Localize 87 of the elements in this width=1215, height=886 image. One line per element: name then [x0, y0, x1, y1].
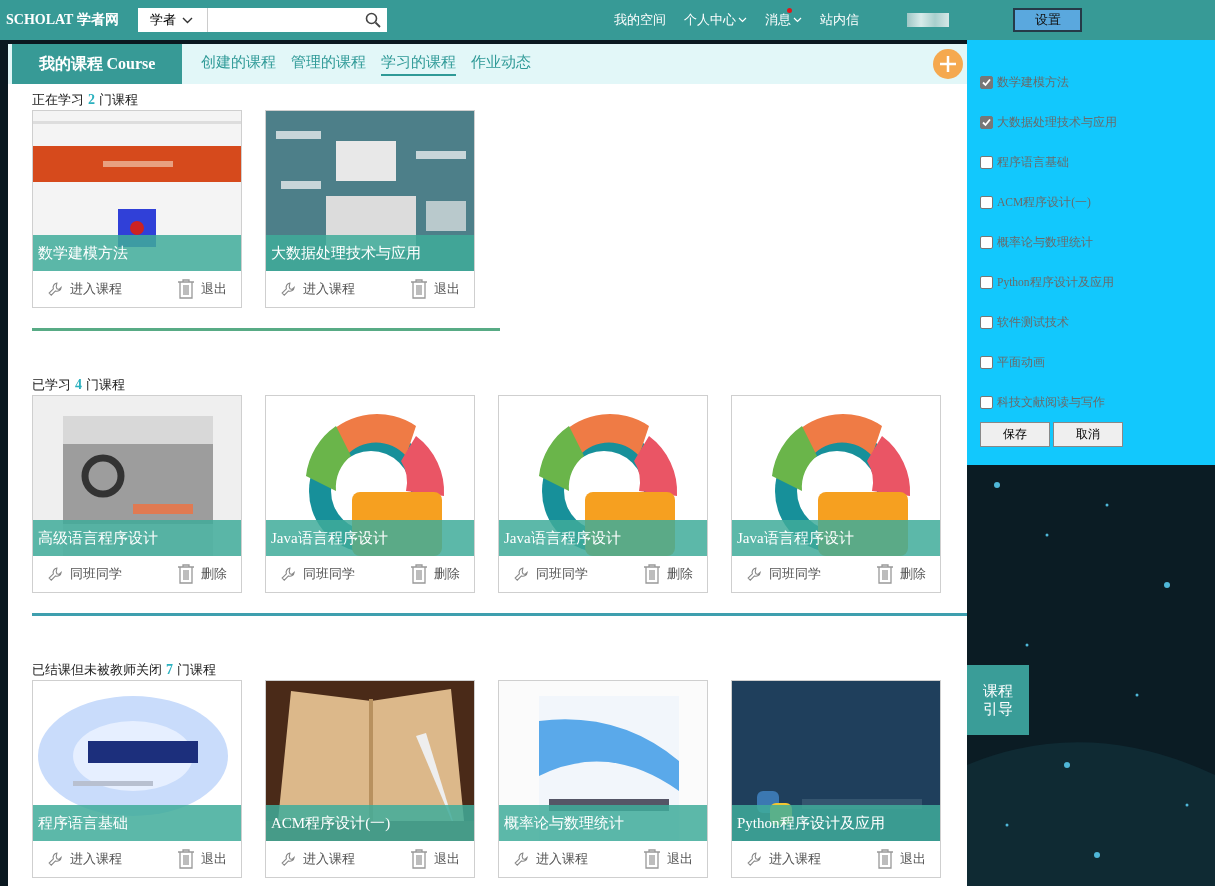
course-title[interactable]: 大数据处理技术与应用	[266, 235, 474, 271]
course-checkbox-option[interactable]: 大数据处理技术与应用	[980, 102, 1215, 142]
course-checkbox-option[interactable]: ACM程序设计(一)	[980, 182, 1215, 222]
plus-icon	[939, 55, 957, 73]
course-tab[interactable]: 管理的课程	[291, 52, 366, 76]
card-action-link[interactable]: 进入课程	[513, 850, 588, 868]
trash-icon	[410, 849, 428, 869]
card-action-link[interactable]: 同班同学	[513, 565, 588, 583]
card-action-link[interactable]: 进入课程	[746, 850, 821, 868]
caret-icon	[793, 17, 802, 23]
trash-icon	[177, 279, 195, 299]
add-course-button[interactable]	[933, 49, 963, 79]
card-action-link[interactable]: 退出	[410, 849, 460, 869]
trash-icon	[643, 849, 661, 869]
course-checkbox-option[interactable]: 软件测试技术	[980, 302, 1215, 342]
checkmark-icon	[982, 117, 991, 127]
wrench-icon	[280, 850, 297, 868]
section-heading: 正在学习 2 门课程	[32, 92, 139, 109]
wrench-icon	[280, 280, 297, 298]
card-action-link[interactable]: 进入课程	[280, 280, 355, 298]
wrench-icon	[513, 850, 530, 868]
wrench-icon	[746, 850, 763, 868]
wrench-icon	[47, 280, 64, 298]
site-logo[interactable]: SCHOLAT 学者网	[6, 11, 138, 29]
course-guide-tab[interactable]: 课程引导	[967, 665, 1029, 735]
wrench-icon	[280, 565, 297, 583]
card-action-link[interactable]: 删除	[177, 564, 227, 584]
trash-icon	[643, 564, 661, 584]
course-checkbox-option[interactable]: 科技文献阅读与写作	[980, 382, 1215, 422]
card-action-link[interactable]: 进入课程	[47, 280, 122, 298]
search-field[interactable]	[208, 8, 387, 32]
caret-icon	[182, 16, 193, 24]
course-title[interactable]: 概率论与数理统计	[499, 805, 707, 841]
card-action-link[interactable]: 删除	[410, 564, 460, 584]
course-checkbox-option[interactable]: Python程序设计及应用	[980, 262, 1215, 302]
trash-icon	[410, 564, 428, 584]
nav-link[interactable]: 消息	[765, 11, 802, 29]
course-title[interactable]: Java语言程序设计	[732, 520, 940, 556]
course-title[interactable]: 高级语言程序设计	[33, 520, 241, 556]
card-action-link[interactable]: 删除	[876, 564, 926, 584]
page-title: 我的课程 Course	[12, 44, 182, 84]
course-title[interactable]: Java语言程序设计	[266, 520, 474, 556]
wrench-icon	[47, 565, 64, 583]
course-title[interactable]: 程序语言基础	[33, 805, 241, 841]
course-tab[interactable]: 作业动态	[471, 52, 531, 76]
card-action-link[interactable]: 同班同学	[47, 565, 122, 583]
checkmark-icon	[982, 77, 991, 87]
section-heading: 已结课但未被教师关闭 7 门课程	[32, 662, 217, 679]
user-avatar[interactable]	[907, 13, 949, 27]
card-action-link[interactable]: 进入课程	[280, 850, 355, 868]
settings-button[interactable]: 设置	[1013, 8, 1082, 32]
wrench-icon	[746, 565, 763, 583]
trash-icon	[177, 564, 195, 584]
course-checkbox-option[interactable]: 平面动画	[980, 342, 1215, 382]
wrench-icon	[513, 565, 530, 583]
course-tab[interactable]: 学习的课程	[381, 52, 456, 76]
course-title[interactable]: Python程序设计及应用	[732, 805, 940, 841]
panel-button[interactable]: 保存	[980, 422, 1050, 447]
card-action-link[interactable]: 删除	[643, 564, 693, 584]
trash-icon	[876, 564, 894, 584]
course-title[interactable]: 数学建模方法	[33, 235, 241, 271]
trash-icon	[410, 279, 428, 299]
course-title[interactable]: Java语言程序设计	[499, 520, 707, 556]
course-checkbox-option[interactable]: 概率论与数理统计	[980, 222, 1215, 262]
card-action-link[interactable]: 退出	[643, 849, 693, 869]
card-action-link[interactable]: 退出	[177, 279, 227, 299]
wrench-icon	[47, 850, 64, 868]
panel-button[interactable]: 取消	[1053, 422, 1123, 447]
card-action-link[interactable]: 退出	[410, 279, 460, 299]
search-icon[interactable]	[365, 12, 381, 28]
section-heading: 已学习 4 门课程	[32, 377, 126, 394]
card-action-link[interactable]: 同班同学	[746, 565, 821, 583]
nav-link[interactable]: 我的空间	[614, 11, 666, 29]
card-action-link[interactable]: 退出	[177, 849, 227, 869]
course-title[interactable]: ACM程序设计(一)	[266, 805, 474, 841]
course-tab[interactable]: 创建的课程	[201, 52, 276, 76]
nav-link[interactable]: 个人中心	[684, 11, 747, 29]
card-action-link[interactable]: 同班同学	[280, 565, 355, 583]
search-scope-select[interactable]: 学者	[138, 8, 208, 32]
card-action-link[interactable]: 退出	[876, 849, 926, 869]
caret-icon	[738, 17, 747, 23]
course-checkbox-option[interactable]: 程序语言基础	[980, 142, 1215, 182]
trash-icon	[876, 849, 894, 869]
course-checkbox-option[interactable]: 数学建模方法	[980, 62, 1215, 102]
trash-icon	[177, 849, 195, 869]
nav-link[interactable]: 站内信	[820, 11, 859, 29]
card-action-link[interactable]: 进入课程	[47, 850, 122, 868]
